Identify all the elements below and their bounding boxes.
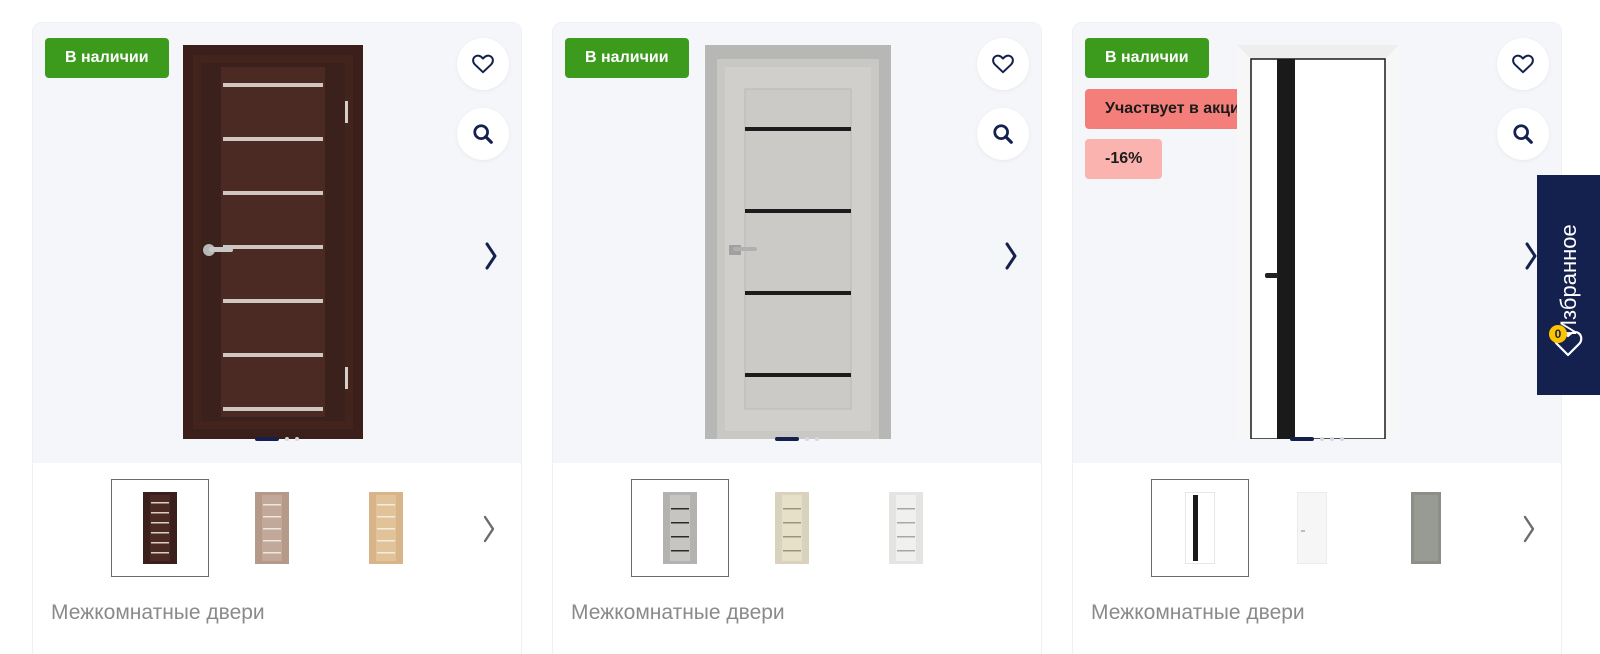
color-thumbnails xyxy=(553,479,1041,579)
favorites-count-badge: 0 xyxy=(1549,325,1567,343)
color-thumbnail-grey[interactable] xyxy=(1377,479,1475,577)
color-thumbnail-white-black-glass[interactable] xyxy=(1151,479,1249,577)
gallery-next-button[interactable] xyxy=(1001,238,1021,274)
in-stock-badge: В наличии xyxy=(1085,38,1209,78)
zoom-button[interactable] xyxy=(977,108,1029,160)
product-card[interactable]: В наличии Участвует в акции -16% Межкомн… xyxy=(1072,22,1562,654)
pagination-dot[interactable] xyxy=(285,437,289,441)
product-gallery[interactable]: В наличии xyxy=(553,23,1041,463)
product-category[interactable]: Межкомнатные двери xyxy=(571,601,785,625)
pagination-dot[interactable] xyxy=(1340,437,1344,441)
door-image[interactable] xyxy=(1237,45,1399,440)
color-thumbnail-bleached-oak[interactable] xyxy=(223,479,321,577)
discount-badge: -16% xyxy=(1085,139,1163,179)
favorite-button[interactable] xyxy=(457,38,509,90)
chevron-right-icon xyxy=(1523,515,1535,543)
thumbnails-next-button[interactable] xyxy=(1523,515,1539,545)
chevron-right-icon xyxy=(483,515,495,543)
gallery-pagination xyxy=(775,437,819,441)
pagination-dot[interactable] xyxy=(805,437,809,441)
product-category[interactable]: Межкомнатные двери xyxy=(51,601,265,625)
color-thumbnail-white[interactable] xyxy=(1263,479,1361,577)
pagination-dot[interactable] xyxy=(295,437,299,441)
color-thumbnails xyxy=(33,479,521,579)
pagination-dot-active[interactable] xyxy=(1290,437,1314,441)
color-thumbnail-white[interactable] xyxy=(857,479,955,577)
color-thumbnail-concrete-grey[interactable] xyxy=(631,479,729,577)
chevron-right-icon xyxy=(1525,242,1537,270)
product-gallery[interactable]: В наличии xyxy=(33,23,521,463)
product-card[interactable]: В наличии Межкомнатные двери xyxy=(552,22,1042,654)
door-image[interactable] xyxy=(705,45,891,439)
favorites-side-tab[interactable]: Избранное 0 xyxy=(1537,175,1600,395)
heart-icon xyxy=(992,54,1014,74)
door-image[interactable] xyxy=(183,45,363,439)
color-thumbnails xyxy=(1073,479,1561,579)
color-thumbnail-light-oak[interactable] xyxy=(337,479,435,577)
pagination-dot[interactable] xyxy=(1320,437,1324,441)
chevron-right-icon xyxy=(1005,242,1017,270)
thumbnails-next-button[interactable] xyxy=(483,515,499,545)
color-thumbnail-cream[interactable] xyxy=(743,479,841,577)
product-grid: В наличии Межкомнатные двери В наличии М… xyxy=(0,0,1600,654)
zoom-button[interactable] xyxy=(457,108,509,160)
magnifier-icon xyxy=(473,124,493,144)
in-stock-badge: В наличии xyxy=(565,38,689,78)
pagination-dot-active[interactable] xyxy=(775,437,799,441)
color-thumbnail-wenge[interactable] xyxy=(111,479,209,577)
heart-icon xyxy=(472,54,494,74)
heart-icon xyxy=(1512,54,1534,74)
pagination-dot[interactable] xyxy=(815,437,819,441)
pagination-dot[interactable] xyxy=(1330,437,1334,441)
in-stock-badge: В наличии xyxy=(45,38,169,78)
product-card[interactable]: В наличии Межкомнатные двери xyxy=(32,22,522,654)
chevron-right-icon xyxy=(485,242,497,270)
product-gallery[interactable]: В наличии Участвует в акции -16% xyxy=(1073,23,1561,463)
magnifier-icon xyxy=(1513,124,1533,144)
product-category[interactable]: Межкомнатные двери xyxy=(1091,601,1305,625)
magnifier-icon xyxy=(993,124,1013,144)
favorite-button[interactable] xyxy=(1497,38,1549,90)
gallery-pagination xyxy=(255,437,299,441)
zoom-button[interactable] xyxy=(1497,108,1549,160)
favorite-button[interactable] xyxy=(977,38,1029,90)
gallery-next-button[interactable] xyxy=(481,238,501,274)
pagination-dot-active[interactable] xyxy=(255,437,279,441)
favorites-tab-label: Избранное xyxy=(1555,224,1581,336)
gallery-pagination xyxy=(1290,437,1344,441)
